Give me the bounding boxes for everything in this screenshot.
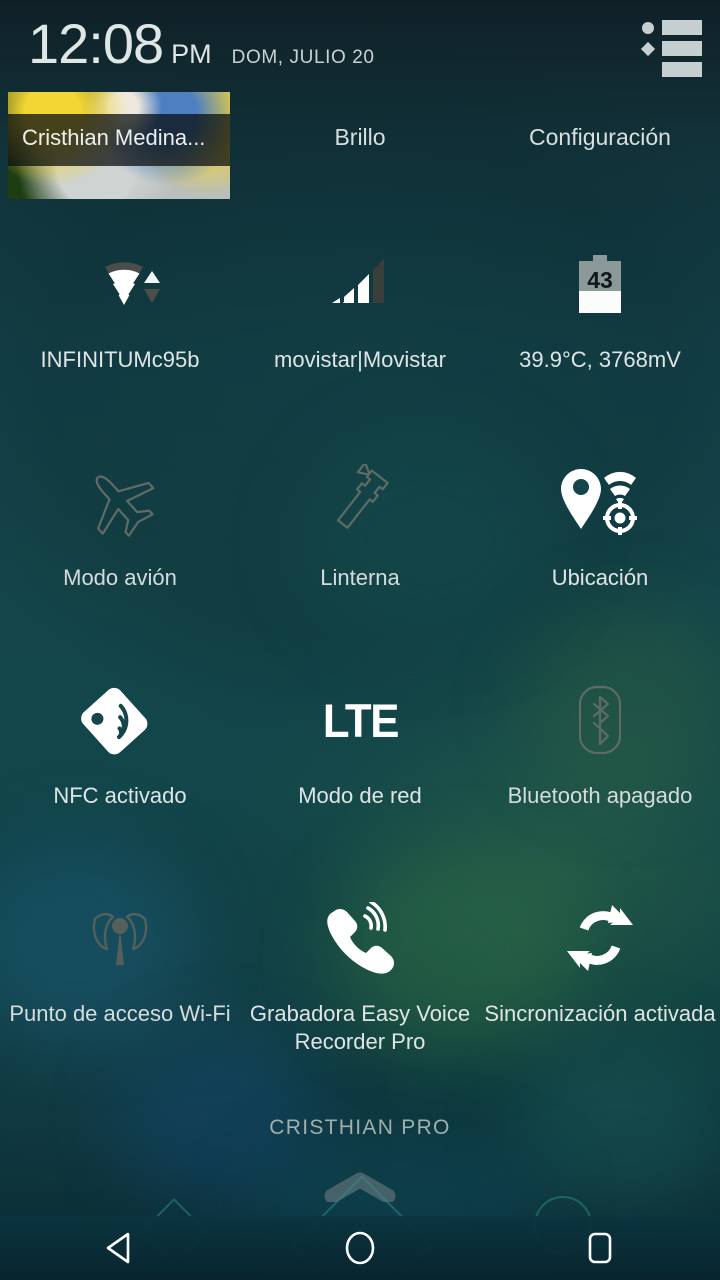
tile-row: Modo avión Linterna Ubicación [0,434,720,652]
battery-icon: 43 [480,228,720,340]
list-bar [662,20,702,35]
tile-label: movistar|Movistar [274,347,446,372]
tile-label: Bluetooth apagado [507,783,693,808]
list-settings-icon[interactable] [636,16,706,82]
tile-nfc[interactable]: NFC activado [0,652,240,870]
clock-time: 12:08 [28,12,164,75]
lte-label: LTE [322,693,399,747]
tile-wifi[interactable]: INFINITUMc95b [0,216,240,434]
tile-label: NFC activado [53,783,187,808]
recents-square-icon[interactable] [540,1216,660,1280]
airplane-icon [0,446,240,558]
navigation-bar [0,1216,720,1280]
watermark-text: CRISTHIAN PRO [269,1116,451,1139]
tile-label: INFINITUMc95b [40,347,200,372]
tile-grid: INFINITUMc95b movistar|Movistar 43 39.9°… [0,216,720,1088]
chevron-up-icon[interactable] [322,1172,398,1202]
bullet-circle-icon [640,20,656,35]
list-bar [662,62,702,77]
tile-label: Punto de acceso Wi-Fi [9,1001,231,1026]
tile-label: Grabadora Easy Voice Recorder Pro [249,1001,471,1054]
sync-icon [480,882,720,994]
status-bar: 12:08 PM DOM, JULIO 20 [0,0,720,92]
tile-label: Ubicación [551,565,649,590]
top-shortcut-row: Cristhian Medina... Brillo Configuración [0,92,720,204]
clock[interactable]: 12:08 PM DOM, JULIO 20 [28,16,375,72]
tile-row: Punto de acceso Wi-Fi Grabadora Easy Voi… [0,870,720,1088]
tile-flashlight[interactable]: Linterna [240,434,480,652]
tile-airplane-mode[interactable]: Modo avión [0,434,240,652]
clock-date: DOM, JULIO 20 [231,47,375,68]
location-pin-icon [480,446,720,558]
tile-row: INFINITUMc95b movistar|Movistar 43 39.9°… [0,216,720,434]
home-circle-icon[interactable] [300,1216,420,1280]
back-triangle-icon[interactable] [60,1216,180,1280]
tile-sync[interactable]: Sincronización activada [480,870,720,1088]
profile-tile[interactable]: Cristhian Medina... [8,92,230,199]
brightness-tile[interactable]: Brillo [240,124,480,151]
battery-level: 43 [587,266,613,293]
cellular-signal-icon [240,228,480,340]
tile-network-mode[interactable]: LTE Modo de red [240,652,480,870]
settings-tile[interactable]: Configuración [480,124,720,151]
tile-cellular[interactable]: movistar|Movistar [240,216,480,434]
flashlight-icon [240,446,480,558]
tile-label: Linterna [320,565,400,590]
tile-location[interactable]: Ubicación [480,434,720,652]
tile-label: 39.9°C, 3768mV [519,347,681,372]
profile-name: Cristhian Medina... [22,125,206,150]
wifi-icon [0,228,240,340]
list-row [640,41,702,56]
tile-bluetooth[interactable]: Bluetooth apagado [480,652,720,870]
tile-label: Sincronización activada [484,1001,716,1026]
list-row [640,62,702,77]
clock-ampm: PM [171,39,212,69]
lte-text-icon: LTE [240,664,480,776]
hotspot-antenna-icon [0,882,240,994]
bluetooth-icon [480,664,720,776]
tile-label: Modo avión [63,565,177,590]
list-row [640,20,702,35]
phone-recorder-icon [240,882,480,994]
list-bar [662,41,702,56]
tile-label: Modo de red [298,783,422,808]
tile-voice-recorder[interactable]: Grabadora Easy Voice Recorder Pro [240,870,480,1088]
bullet-diamond-icon [640,41,656,56]
tile-battery[interactable]: 43 39.9°C, 3768mV [480,216,720,434]
quick-settings-panel: 12:08 PM DOM, JULIO 20 Cristhian Medina.… [0,0,720,1280]
nfc-tag-icon [0,664,240,776]
bullet-lines-icon [640,62,656,77]
tile-wifi-hotspot[interactable]: Punto de acceso Wi-Fi [0,870,240,1088]
tile-row: NFC activado LTE Modo de red Bluetooth a… [0,652,720,870]
